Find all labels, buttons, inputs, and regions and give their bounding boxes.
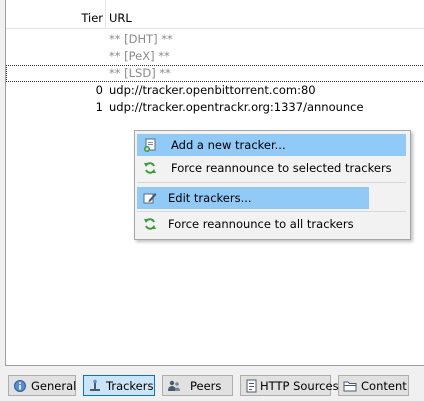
add-tracker-icon	[143, 138, 157, 152]
tracker-row[interactable]: 1 udp://tracker.opentrackr.org:1337/anno…	[6, 99, 424, 116]
tracker-tier: 0	[95, 83, 103, 97]
menu-item-label: Edit trackers...	[168, 191, 252, 205]
peers-icon	[167, 379, 181, 393]
context-menu: Add a new tracker... Force reannounce to…	[134, 130, 411, 240]
tab-peers[interactable]: Peers	[162, 375, 233, 396]
tracker-url: ** [LSD] **	[109, 66, 171, 80]
tracker-row-dht[interactable]: ** [DHT] **	[6, 31, 424, 48]
tracker-url: ** [DHT] **	[109, 32, 173, 46]
tracker-row[interactable]: 0 udp://tracker.openbittorrent.com:80	[6, 82, 424, 99]
column-divider[interactable]	[105, 0, 106, 28]
tab-trackers[interactable]: Trackers	[83, 375, 155, 396]
tab-label: Trackers	[106, 379, 154, 393]
column-header-url[interactable]: URL	[109, 11, 132, 25]
tab-content[interactable]: Content	[338, 375, 409, 396]
trackers-icon	[88, 379, 102, 393]
refresh-icon	[143, 217, 157, 231]
tab-label: HTTP Sources	[260, 379, 339, 393]
menu-item-force-reannounce-selected[interactable]: Force reannounce to selected trackers	[137, 157, 406, 179]
tab-label: General	[31, 379, 77, 393]
refresh-icon	[143, 161, 157, 175]
tab-http-sources[interactable]: HTTP Sources	[240, 375, 339, 396]
tracker-row-lsd[interactable]: ** [LSD] **	[6, 65, 424, 82]
menu-item-label: Force reannounce to selected trackers	[171, 161, 392, 175]
menu-item-add-tracker[interactable]: Add a new tracker...	[137, 134, 406, 156]
general-icon	[13, 379, 27, 393]
tracker-list-header: Tier URL	[6, 0, 424, 29]
menu-separator	[137, 182, 406, 183]
menu-item-edit-trackers[interactable]: Edit trackers...	[137, 187, 369, 209]
tracker-tier: 1	[95, 100, 103, 114]
tab-label: Content	[361, 379, 407, 393]
http-sources-icon	[245, 379, 259, 393]
column-header-tier[interactable]: Tier	[6, 11, 103, 25]
tracker-url: udp://tracker.openbittorrent.com:80	[109, 83, 316, 97]
edit-icon	[143, 191, 157, 205]
tab-general[interactable]: General	[8, 375, 76, 396]
tracker-url: ** [PeX] **	[109, 49, 170, 63]
menu-item-force-reannounce-all[interactable]: Force reannounce to all trackers	[137, 213, 406, 235]
properties-tab-bar: General Trackers Peers HTTP Sources Cont…	[0, 373, 424, 401]
folder-icon	[343, 379, 357, 393]
tracker-url: udp://tracker.opentrackr.org:1337/announ…	[109, 100, 364, 114]
menu-item-label: Force reannounce to all trackers	[168, 217, 354, 231]
menu-item-label: Add a new tracker...	[171, 138, 286, 152]
tracker-row-pex[interactable]: ** [PeX] **	[6, 48, 424, 65]
tab-label: Peers	[190, 379, 222, 393]
menu-separator	[137, 211, 406, 212]
